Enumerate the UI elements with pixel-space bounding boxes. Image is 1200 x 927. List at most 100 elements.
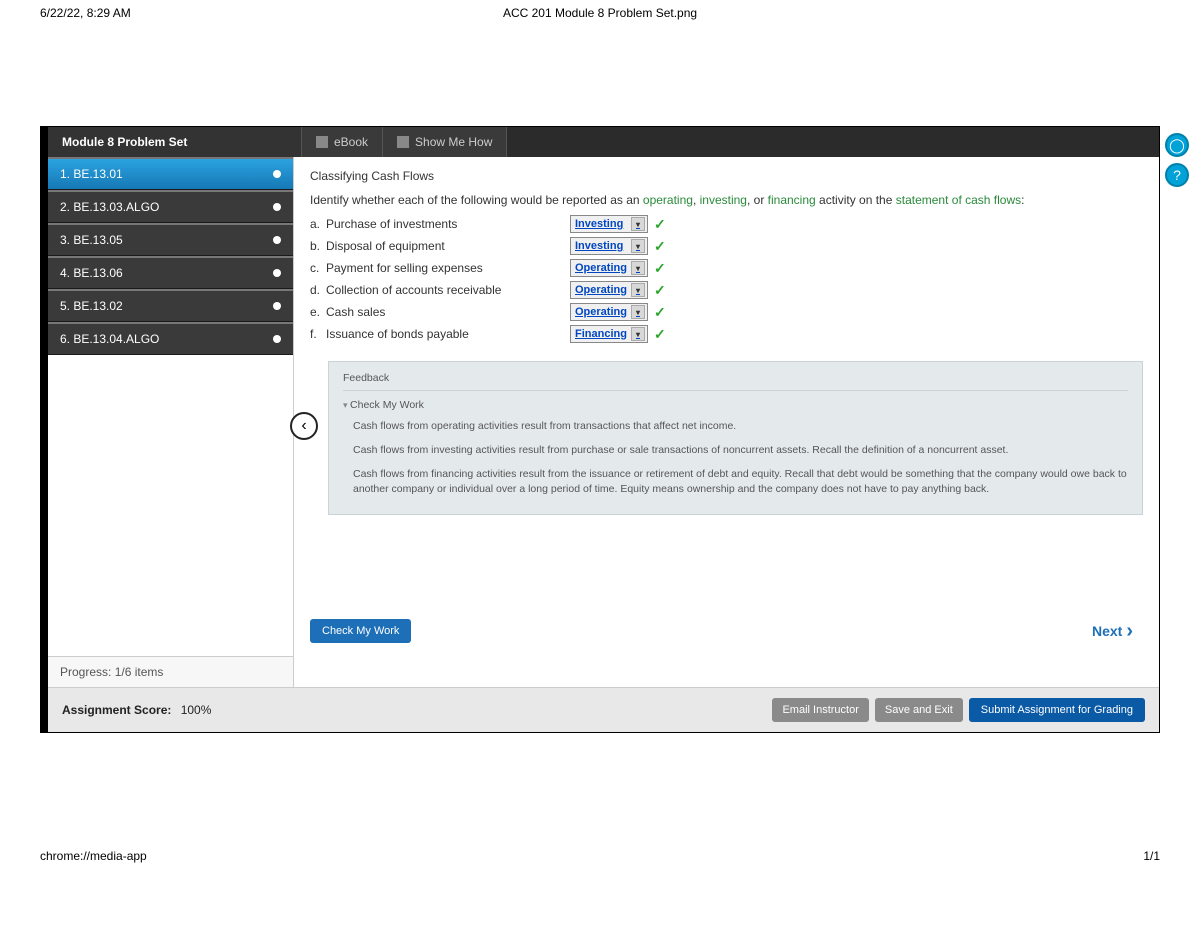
correct-check-icon: ✓: [654, 216, 666, 233]
question-row: b. Disposal of equipment Investing ▾ ✓: [310, 237, 1143, 255]
print-header: 6/22/22, 8:29 AM ACC 201 Module 8 Proble…: [0, 0, 1200, 26]
email-instructor-button[interactable]: Email Instructor: [772, 698, 868, 722]
show-me-how-button[interactable]: Show Me How: [383, 127, 507, 157]
show-me-how-label: Show Me How: [415, 135, 492, 149]
answer-dropdown[interactable]: Operating ▾: [570, 259, 648, 277]
dropdown-value: Operating: [575, 284, 627, 296]
correct-check-icon: ✓: [654, 282, 666, 299]
link-financing[interactable]: financing: [768, 193, 816, 207]
question-row: f. Issuance of bonds payable Financing ▾…: [310, 325, 1143, 343]
status-dot-icon: [273, 236, 281, 244]
print-timestamp: 6/22/22, 8:29 AM: [40, 6, 131, 20]
chevron-down-icon: ▾: [631, 305, 645, 319]
question-text: Payment for selling expenses: [326, 261, 570, 275]
save-and-exit-button[interactable]: Save and Exit: [875, 698, 963, 722]
question-id: d.: [310, 283, 326, 297]
answer-dropdown[interactable]: Financing ▾: [570, 325, 648, 343]
feedback-text: Cash flows from investing activities res…: [353, 443, 1128, 459]
nav-item-5[interactable]: 5. BE.13.02: [48, 289, 293, 322]
nav-item-2[interactable]: 2. BE.13.03.ALGO: [48, 190, 293, 223]
question-text: Disposal of equipment: [326, 239, 570, 253]
print-page-number: 1/1: [1143, 849, 1160, 863]
progress-value: 1/6 items: [115, 665, 164, 679]
print-url: chrome://media-app: [40, 849, 147, 863]
question-row: e. Cash sales Operating ▾ ✓: [310, 303, 1143, 321]
progress-label: Progress:: [60, 665, 111, 679]
nav-item-label: 6. BE.13.04.ALGO: [60, 332, 159, 346]
sidebar: 1. BE.13.01 2. BE.13.03.ALGO 3. BE.13.05…: [48, 157, 294, 687]
ebook-button[interactable]: eBook: [302, 127, 383, 157]
chevron-down-icon: ▾: [631, 283, 645, 297]
question-text: Issuance of bonds payable: [326, 327, 570, 341]
question-id: f.: [310, 327, 326, 341]
question-id: a.: [310, 217, 326, 231]
nav-item-6[interactable]: 6. BE.13.04.ALGO: [48, 322, 293, 355]
module-title: Module 8 Problem Set: [48, 127, 302, 157]
content-footer: Check My Work Next ›: [310, 605, 1143, 655]
status-dot-icon: [273, 269, 281, 277]
link-statement-of-cash-flows[interactable]: statement of cash flows: [896, 193, 1021, 207]
dropdown-value: Operating: [575, 262, 627, 274]
link-operating[interactable]: operating: [643, 193, 693, 207]
question-heading: Classifying Cash Flows: [310, 169, 1143, 183]
status-dot-icon: [273, 302, 281, 310]
dropdown-value: Investing: [575, 240, 623, 252]
print-footer: chrome://media-app 1/1: [0, 843, 1200, 869]
correct-check-icon: ✓: [654, 238, 666, 255]
correct-check-icon: ✓: [654, 260, 666, 277]
nav-item-4[interactable]: 4. BE.13.06: [48, 256, 293, 289]
question-row: c. Payment for selling expenses Operatin…: [310, 259, 1143, 277]
question-row: a. Purchase of investments Investing ▾ ✓: [310, 215, 1143, 233]
question-row: d. Collection of accounts receivable Ope…: [310, 281, 1143, 299]
print-filename: ACC 201 Module 8 Problem Set.png: [503, 6, 697, 20]
assignment-score: Assignment Score: 100%: [62, 703, 211, 717]
answer-dropdown[interactable]: Operating ▾: [570, 281, 648, 299]
chevron-down-icon: ▾: [631, 261, 645, 275]
headset-icon[interactable]: ◯: [1165, 133, 1189, 157]
collapse-sidebar-button[interactable]: ‹: [290, 412, 318, 440]
question-id: e.: [310, 305, 326, 319]
answer-dropdown[interactable]: Investing ▾: [570, 215, 648, 233]
status-dot-icon: [273, 335, 281, 343]
dropdown-value: Financing: [575, 328, 627, 340]
bottom-bar: Assignment Score: 100% Email Instructor …: [48, 687, 1159, 732]
book-icon: [316, 136, 328, 148]
feedback-text: Cash flows from financing activities res…: [353, 467, 1128, 499]
check-my-work-button[interactable]: Check My Work: [310, 619, 411, 643]
submit-assignment-button[interactable]: Submit Assignment for Grading: [969, 698, 1145, 722]
question-id: c.: [310, 261, 326, 275]
video-icon: [397, 136, 409, 148]
correct-check-icon: ✓: [654, 326, 666, 343]
nav-item-label: 2. BE.13.03.ALGO: [60, 200, 159, 214]
question-text: Purchase of investments: [326, 217, 570, 231]
nav-item-3[interactable]: 3. BE.13.05: [48, 223, 293, 256]
dropdown-value: Investing: [575, 218, 623, 230]
link-investing[interactable]: investing: [700, 193, 747, 207]
answer-dropdown[interactable]: Operating ▾: [570, 303, 648, 321]
feedback-text: Cash flows from operating activities res…: [353, 419, 1128, 435]
status-dot-icon: [273, 203, 281, 211]
question-text: Collection of accounts receivable: [326, 283, 570, 297]
next-button[interactable]: Next ›: [1092, 623, 1133, 639]
status-dot-icon: [273, 170, 281, 178]
chevron-down-icon: ▾: [631, 327, 645, 341]
feedback-panel: Feedback Check My Work Cash flows from o…: [328, 361, 1143, 515]
progress-indicator: Progress: 1/6 items: [48, 656, 293, 687]
bottom-actions: Email Instructor Save and Exit Submit As…: [772, 698, 1145, 722]
feedback-subtitle[interactable]: Check My Work: [343, 399, 1128, 411]
question-text: Cash sales: [326, 305, 570, 319]
nav-item-label: 1. BE.13.01: [60, 167, 123, 181]
help-icon[interactable]: ?: [1165, 163, 1189, 187]
dropdown-value: Operating: [575, 306, 627, 318]
question-id: b.: [310, 239, 326, 253]
nav-item-label: 3. BE.13.05: [60, 233, 123, 247]
chevron-left-icon: ‹: [301, 417, 306, 435]
app-frame: ◯ ? Module 8 Problem Set eBook Show Me H…: [40, 126, 1160, 733]
next-label: Next: [1092, 623, 1122, 639]
answer-dropdown[interactable]: Investing ▾: [570, 237, 648, 255]
feedback-title: Feedback: [343, 372, 1128, 391]
ebook-label: eBook: [334, 135, 368, 149]
nav-item-1[interactable]: 1. BE.13.01: [48, 157, 293, 190]
content-area: Classifying Cash Flows Identify whether …: [294, 157, 1159, 687]
chevron-down-icon: ▾: [631, 239, 645, 253]
